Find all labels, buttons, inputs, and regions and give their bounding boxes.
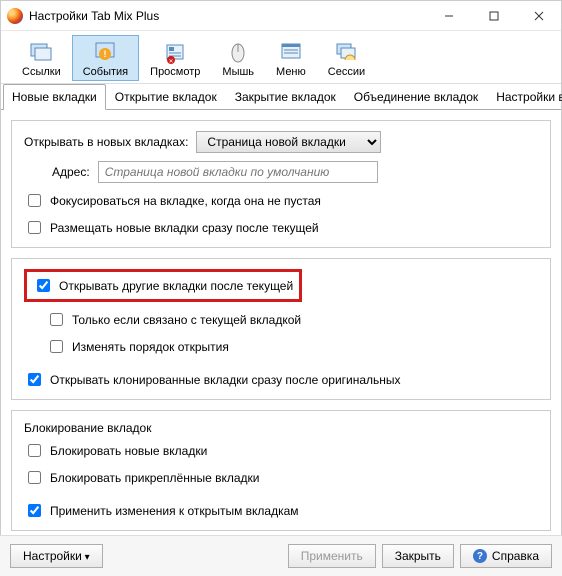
tab-settings[interactable]: Настройки вкладок bbox=[487, 84, 562, 110]
tab-open[interactable]: Открытие вкладок bbox=[106, 84, 226, 110]
close-button[interactable] bbox=[516, 1, 561, 31]
menu-icon bbox=[279, 40, 303, 64]
svg-text:!: ! bbox=[104, 49, 107, 59]
group-open-new: Открывать в новых вкладках: Страница нов… bbox=[11, 120, 551, 248]
tab-content: Открывать в новых вкладках: Страница нов… bbox=[1, 110, 561, 551]
window-buttons bbox=[426, 1, 561, 31]
focus-label: Фокусироваться на вкладке, когда она не … bbox=[50, 194, 321, 208]
block-new-label: Блокировать новые вкладки bbox=[50, 444, 207, 458]
tab-close[interactable]: Закрытие вкладок bbox=[226, 84, 345, 110]
apply-button[interactable]: Применить bbox=[288, 544, 376, 568]
mouse-icon bbox=[226, 40, 250, 64]
focus-checkbox-row[interactable]: Фокусироваться на вкладке, когда она не … bbox=[24, 191, 321, 210]
apply-to-open-checkbox[interactable] bbox=[28, 504, 41, 517]
help-icon: ? bbox=[473, 549, 487, 563]
toolbar-events[interactable]: ! События bbox=[72, 35, 139, 81]
only-related-row[interactable]: Только если связано с текущей вкладкой bbox=[46, 310, 301, 329]
address-label: Адрес: bbox=[52, 165, 90, 179]
block-new-checkbox[interactable] bbox=[28, 444, 41, 457]
open-in-label: Открывать в новых вкладках: bbox=[24, 135, 188, 149]
tab-merge[interactable]: Объединение вкладок bbox=[345, 84, 487, 110]
block-new-row[interactable]: Блокировать новые вкладки bbox=[24, 441, 207, 460]
change-order-row[interactable]: Изменять порядок открытия bbox=[46, 337, 229, 356]
events-icon: ! bbox=[93, 40, 117, 64]
change-order-checkbox[interactable] bbox=[50, 340, 63, 353]
window-title: Настройки Tab Mix Plus bbox=[29, 9, 426, 23]
only-related-label: Только если связано с текущей вкладкой bbox=[72, 313, 301, 327]
close-dialog-button[interactable]: Закрыть bbox=[382, 544, 454, 568]
block-pinned-label: Блокировать прикреплённые вкладки bbox=[50, 471, 260, 485]
tab-label: Объединение вкладок bbox=[354, 90, 478, 104]
apply-label: Применить bbox=[301, 549, 363, 563]
place-after-current-label: Размещать новые вкладки сразу после теку… bbox=[50, 221, 319, 235]
maximize-button[interactable] bbox=[471, 1, 516, 31]
help-button[interactable]: ? Справка bbox=[460, 544, 552, 568]
view-icon: ✕ bbox=[163, 40, 187, 64]
focus-checkbox[interactable] bbox=[28, 194, 41, 207]
blocking-title: Блокирование вкладок bbox=[24, 421, 538, 435]
close-label: Закрыть bbox=[395, 549, 441, 563]
block-pinned-checkbox[interactable] bbox=[28, 471, 41, 484]
open-other-after-current-label: Открывать другие вкладки после текущей bbox=[59, 279, 293, 293]
place-after-current-checkbox[interactable] bbox=[28, 221, 41, 234]
highlighted-option: Открывать другие вкладки после текущей bbox=[24, 269, 302, 302]
open-cloned-row[interactable]: Открывать клонированные вкладки сразу по… bbox=[24, 370, 401, 389]
settings-dropdown-button[interactable]: Настройки bbox=[10, 544, 103, 568]
toolbar-label: События bbox=[83, 66, 128, 78]
apply-to-open-row[interactable]: Применить изменения к открытым вкладкам bbox=[24, 501, 299, 520]
open-other-after-current-row[interactable]: Открывать другие вкладки после текущей bbox=[33, 276, 293, 295]
group-blocking: Блокирование вкладок Блокировать новые в… bbox=[11, 410, 551, 531]
links-icon bbox=[29, 40, 53, 64]
tab-new[interactable]: Новые вкладки bbox=[3, 84, 106, 110]
tab-label: Закрытие вкладок bbox=[235, 90, 336, 104]
address-input[interactable] bbox=[98, 161, 378, 183]
footer: Настройки Применить Закрыть ? Справка bbox=[0, 535, 562, 576]
toolbar-label: Мышь bbox=[222, 66, 254, 78]
tab-label: Новые вкладки bbox=[12, 90, 97, 104]
titlebar: Настройки Tab Mix Plus bbox=[1, 1, 561, 31]
open-cloned-label: Открывать клонированные вкладки сразу по… bbox=[50, 373, 401, 387]
settings-label: Настройки bbox=[23, 549, 82, 563]
toolbar-mouse[interactable]: Мышь bbox=[211, 35, 265, 81]
only-related-checkbox[interactable] bbox=[50, 313, 63, 326]
group-open-other: Открывать другие вкладки после текущей Т… bbox=[11, 258, 551, 400]
toolbar-sessions[interactable]: Сессии bbox=[317, 35, 376, 81]
toolbar-links[interactable]: Ссылки bbox=[11, 35, 72, 81]
block-pinned-row[interactable]: Блокировать прикреплённые вкладки bbox=[24, 468, 260, 487]
svg-text:✕: ✕ bbox=[169, 59, 174, 64]
toolbar-label: Просмотр bbox=[150, 66, 200, 78]
toolbar-menu[interactable]: Меню bbox=[265, 35, 317, 81]
help-label: Справка bbox=[492, 549, 539, 563]
toolbar-view[interactable]: ✕ Просмотр bbox=[139, 35, 211, 81]
apply-to-open-label: Применить изменения к открытым вкладкам bbox=[50, 504, 299, 518]
tab-label: Настройки вкладок bbox=[496, 90, 562, 104]
toolbar-label: Ссылки bbox=[22, 66, 61, 78]
tabstrip: Новые вкладки Открытие вкладок Закрытие … bbox=[1, 83, 561, 110]
sessions-icon bbox=[334, 40, 358, 64]
minimize-button[interactable] bbox=[426, 1, 471, 31]
main-toolbar: Ссылки ! События ✕ Просмотр Мышь Меню Се… bbox=[1, 31, 561, 83]
app-icon bbox=[7, 8, 23, 24]
toolbar-label: Сессии bbox=[328, 66, 365, 78]
open-other-after-current-checkbox[interactable] bbox=[37, 279, 50, 292]
change-order-label: Изменять порядок открытия bbox=[72, 340, 229, 354]
open-in-select[interactable]: Страница новой вкладки bbox=[196, 131, 381, 153]
place-after-current-row[interactable]: Размещать новые вкладки сразу после теку… bbox=[24, 218, 319, 237]
open-cloned-checkbox[interactable] bbox=[28, 373, 41, 386]
tab-label: Открытие вкладок bbox=[115, 90, 217, 104]
toolbar-label: Меню bbox=[276, 66, 306, 78]
